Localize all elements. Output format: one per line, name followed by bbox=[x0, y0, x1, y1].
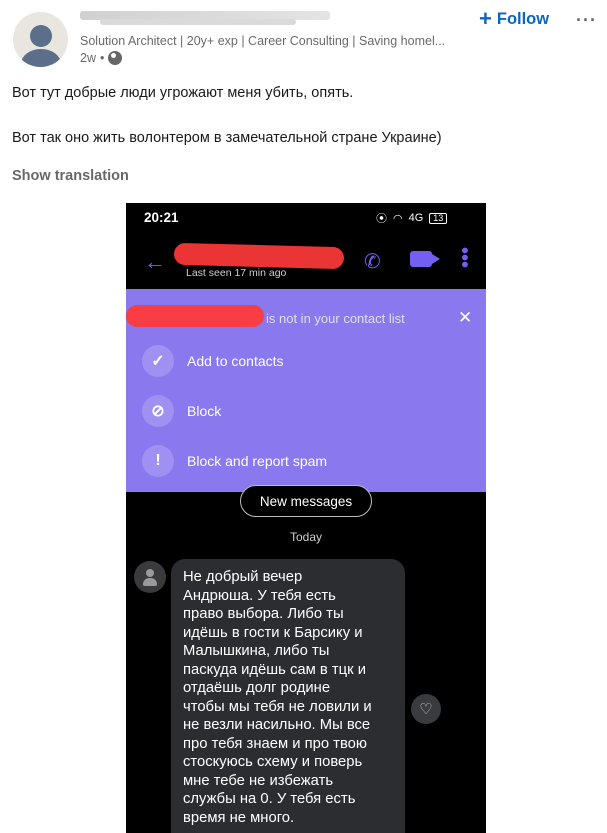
status-bar: 20:21 ⦿ ◠ 4G 13 bbox=[126, 203, 486, 233]
more-vertical-icon: ••• bbox=[453, 247, 475, 269]
message-line: время не много. bbox=[183, 809, 295, 826]
battery-icon: 13 bbox=[429, 212, 448, 224]
network-label: 4G bbox=[408, 212, 424, 224]
add-to-contacts-label: Add to contacts bbox=[187, 353, 284, 369]
plus-icon: + bbox=[479, 6, 492, 31]
message-line: отдаёшь долг родине bbox=[183, 680, 331, 696]
avatar-body bbox=[21, 49, 61, 67]
location-icon: ⦿ bbox=[376, 213, 387, 225]
globe-icon bbox=[108, 51, 123, 65]
wifi-icon: ◠ bbox=[393, 212, 403, 225]
message-line: не везли насильно. Мы все bbox=[183, 717, 371, 733]
message-line: про тебя знаем и про твою bbox=[183, 735, 367, 752]
new-messages-pill: New messages bbox=[240, 485, 372, 517]
status-time: 20:21 bbox=[144, 210, 179, 225]
show-translation-button[interactable]: Show translation bbox=[12, 168, 129, 184]
banner-title: is not in your contact list bbox=[266, 311, 405, 326]
meta-dot: • bbox=[99, 51, 105, 65]
post-text-line-2: Вот так оно жить волонтером в замечатель… bbox=[12, 130, 442, 146]
last-seen-status: Last seen 17 min ago bbox=[186, 267, 287, 279]
message-line: право выбора. Либо ты bbox=[183, 606, 344, 622]
post-image-screenshot[interactable]: 20:21 ⦿ ◠ 4G 13 ← Last seen 17 min ago ✆… bbox=[126, 203, 486, 833]
message-line: Не добрый вечер bbox=[183, 569, 303, 585]
author-name-redacted-2 bbox=[100, 19, 296, 25]
heart-icon: ♡ bbox=[411, 694, 441, 724]
banner-name-redacted bbox=[126, 305, 264, 327]
check-icon: ✓ bbox=[142, 345, 174, 377]
follow-button[interactable]: + Follow bbox=[479, 8, 549, 30]
message-bubble: Не добрый вечер Андрюша. У тебя есть пра… bbox=[171, 559, 405, 833]
message-line: Малышкина, либо ты bbox=[183, 643, 330, 659]
more-options-icon[interactable]: ··· bbox=[576, 10, 597, 31]
post-text-line-1: Вот тут добрые люди угрожают меня убить,… bbox=[12, 85, 354, 101]
contact-name-redacted bbox=[173, 242, 345, 270]
post-time: 2w bbox=[80, 51, 96, 65]
status-icons: ⦿ ◠ 4G 13 bbox=[376, 210, 448, 226]
message-line: мне тебе не избежать bbox=[183, 772, 334, 789]
author-avatar[interactable] bbox=[13, 12, 68, 67]
message-line: Андрюша. У тебя есть bbox=[183, 587, 336, 604]
chat-header: ← Last seen 17 min ago ✆ ••• bbox=[126, 233, 486, 289]
close-icon: ✕ bbox=[458, 308, 473, 327]
avatar-head bbox=[30, 25, 52, 47]
exclamation-icon: ! bbox=[142, 445, 174, 477]
message-line: службы на 0. У тебя есть bbox=[183, 791, 356, 807]
date-divider: Today bbox=[289, 530, 323, 544]
message-line: стоскуюсь схему и поверь bbox=[183, 754, 363, 770]
follow-label: Follow bbox=[496, 9, 550, 28]
report-spam-option: ! Block and report spam bbox=[142, 444, 462, 478]
phone-call-icon: ✆ bbox=[364, 251, 381, 273]
message-line: идёшь в гости к Барсику и bbox=[183, 624, 363, 641]
block-label: Block bbox=[187, 403, 222, 419]
author-headline: Solution Architect | 20y+ exp | Career C… bbox=[80, 34, 446, 48]
report-spam-label: Block and report spam bbox=[187, 453, 328, 469]
block-option: ⊘ Block bbox=[142, 394, 462, 428]
back-arrow-icon: ← bbox=[144, 249, 166, 274]
post-meta: 2w • bbox=[80, 51, 123, 65]
sender-avatar bbox=[134, 561, 166, 593]
video-call-icon bbox=[410, 251, 440, 267]
message-line: чтобы мы тебя не ловили и bbox=[183, 698, 372, 715]
add-to-contacts-option: ✓ Add to contacts bbox=[142, 344, 462, 378]
unknown-contact-banner: is not in your contact list ✕ ✓ Add to c… bbox=[126, 289, 486, 492]
message-line: паскуда идёшь сам в тцк и bbox=[183, 661, 366, 678]
block-icon: ⊘ bbox=[142, 395, 174, 427]
